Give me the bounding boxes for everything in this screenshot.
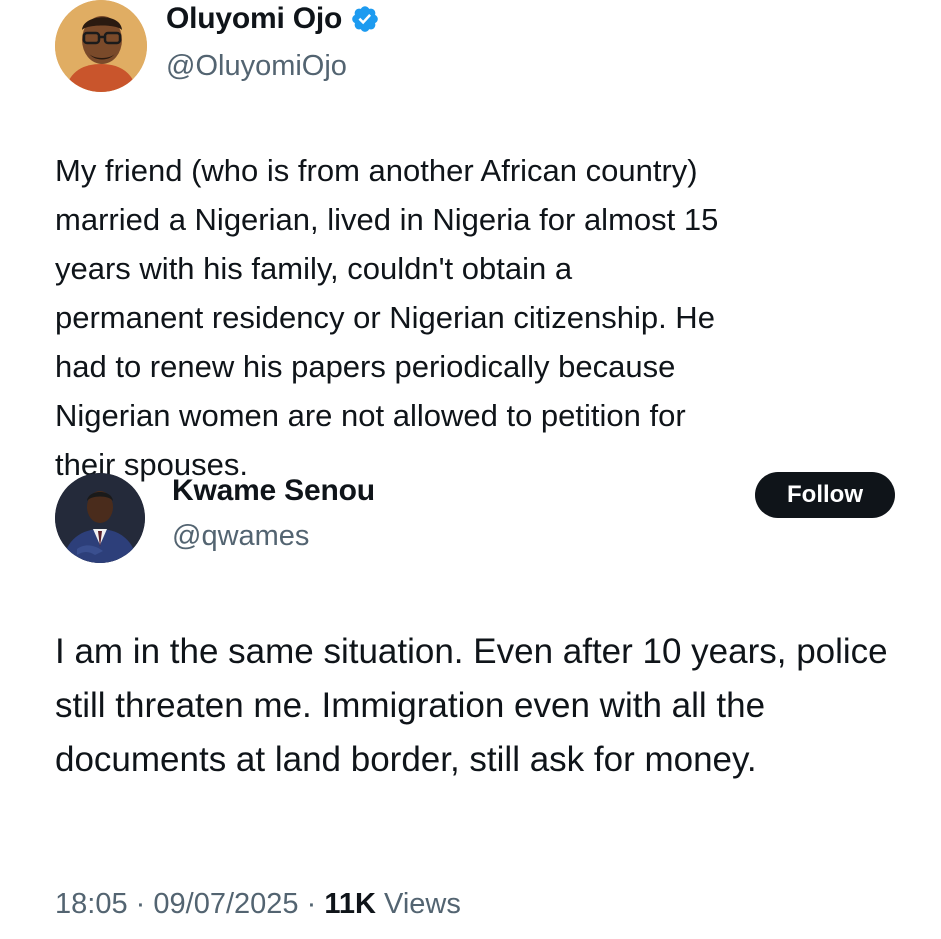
reply-text: I am in the same situation. Even after 1… <box>55 632 888 779</box>
reply-author-avatar[interactable] <box>55 473 145 563</box>
tweet-meta: 18:05 · 09/07/2025 · 11K Views <box>55 888 461 921</box>
author-avatar[interactable] <box>55 0 147 92</box>
author-display-name[interactable]: Oluyomi Ojo <box>166 2 342 36</box>
views-label: Views <box>384 888 461 920</box>
meta-separator: · <box>135 888 146 920</box>
meta-separator: · <box>306 888 317 920</box>
reply-author-name-row: Kwame Senou <box>172 474 375 508</box>
verified-badge-icon <box>350 4 380 34</box>
tweet-time[interactable]: 18:05 <box>55 888 128 920</box>
views-count[interactable]: 11K <box>324 888 376 920</box>
tweet-date[interactable]: 09/07/2025 <box>153 888 298 920</box>
author-handle[interactable]: @OluyomiOjo <box>166 50 347 83</box>
avatar-photo-icon <box>55 473 145 563</box>
author-name-row: Oluyomi Ojo <box>166 2 380 36</box>
reply-author-display-name[interactable]: Kwame Senou <box>172 474 375 507</box>
tweet-text: My friend (who is from another African c… <box>55 153 719 482</box>
avatar-photo-icon <box>55 0 147 92</box>
reply-author-handle[interactable]: @qwames <box>172 520 309 553</box>
follow-button[interactable]: Follow <box>755 472 895 518</box>
